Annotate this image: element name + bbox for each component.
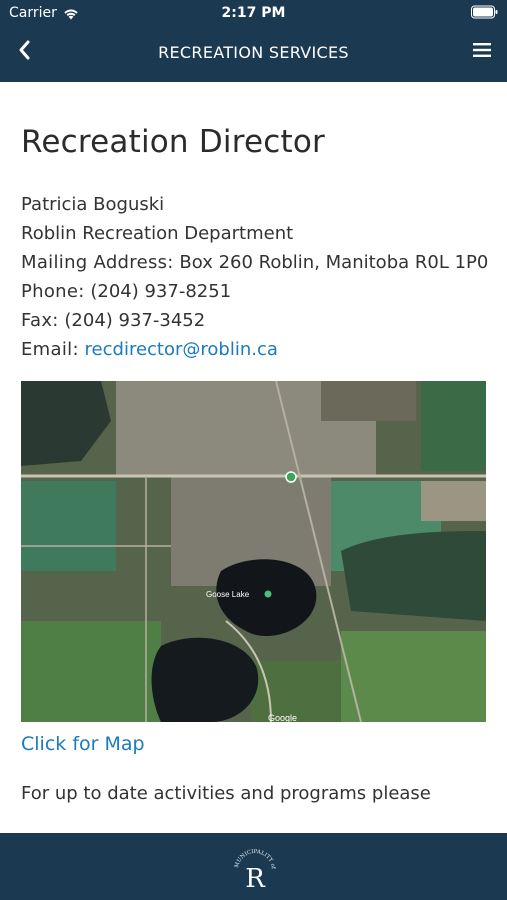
click-for-map-link[interactable]: Click for Map bbox=[21, 733, 145, 755]
email-label: Email: bbox=[21, 339, 79, 360]
activities-text: For up to date activities and programs p… bbox=[21, 783, 431, 804]
nav-bar: RECREATION SERVICES bbox=[0, 28, 507, 82]
fax: Fax: (204) 937-3452 bbox=[21, 306, 491, 335]
email-link[interactable]: recdirector@roblin.ca bbox=[85, 339, 278, 360]
mailing-address-label: Mailing Address: bbox=[21, 252, 174, 273]
fax-label: Fax: bbox=[21, 310, 59, 331]
map-provider-label: Google bbox=[268, 713, 297, 722]
contact-department: Roblin Recreation Department bbox=[21, 223, 294, 244]
hamburger-menu-icon[interactable] bbox=[473, 42, 491, 58]
page-title: Recreation Director bbox=[21, 124, 325, 160]
email: Email: recdirector@roblin.ca bbox=[21, 335, 491, 364]
page-content: Recreation Director Patricia Boguski Rob… bbox=[21, 82, 491, 833]
logo-letter: R bbox=[245, 864, 266, 894]
phone-label: Phone: bbox=[21, 281, 85, 302]
app-header: Carrier 2:17 PM RECREATION SERVICES bbox=[0, 0, 507, 82]
map-image[interactable]: Goose Lake Google bbox=[21, 381, 486, 722]
battery-icon bbox=[471, 5, 499, 23]
map-place-label: Goose Lake bbox=[206, 590, 250, 599]
mailing-address: Mailing Address: Box 260 Roblin, Manitob… bbox=[21, 248, 491, 277]
contact-info: Patricia Boguski Roblin Recreation Depar… bbox=[21, 190, 491, 364]
contact-name: Patricia Boguski bbox=[21, 194, 165, 215]
nav-title: RECREATION SERVICES bbox=[158, 43, 349, 62]
status-bar: Carrier 2:17 PM bbox=[0, 0, 507, 28]
phone: Phone: (204) 937-8251 bbox=[21, 277, 491, 306]
phone-value[interactable]: (204) 937-8251 bbox=[90, 281, 231, 302]
clock: 2:17 PM bbox=[221, 5, 286, 21]
app-footer: MUNICIPALITY of ROBLIN R bbox=[0, 833, 507, 900]
fax-value: (204) 937-3452 bbox=[64, 310, 206, 331]
municipality-logo-icon[interactable]: MUNICIPALITY of ROBLIN R bbox=[230, 840, 280, 894]
mailing-address-value: Box 260 Roblin, Manitoba R0L 1P0 bbox=[179, 252, 489, 273]
